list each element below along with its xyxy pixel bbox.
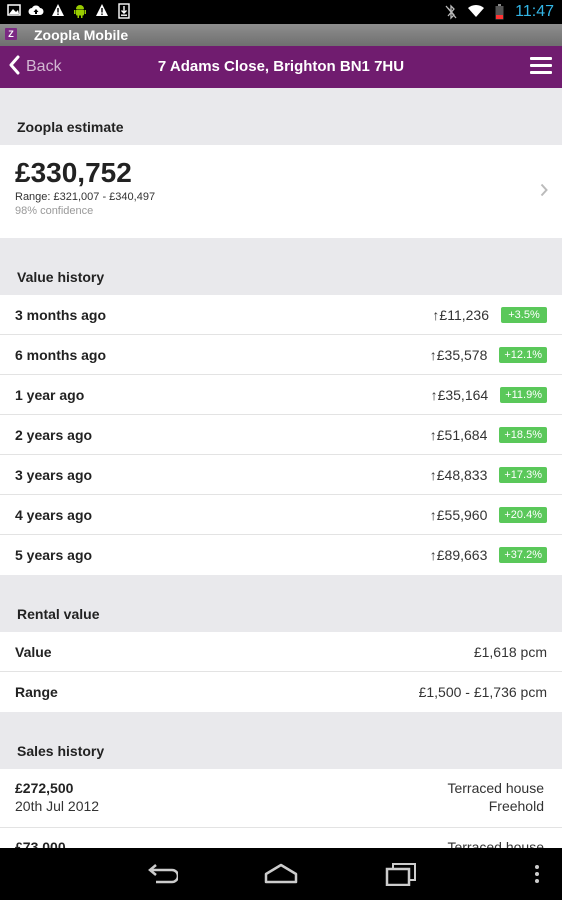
cloud-upload-icon: [28, 3, 44, 19]
change-badge: +3.5%: [501, 306, 547, 323]
overflow-menu-icon[interactable]: [534, 864, 540, 889]
list-item: 4 years ago ↑£55,960 +20.4%: [0, 495, 562, 535]
list-item: 1 year ago ↑£35,164 +11.9%: [0, 375, 562, 415]
menu-button[interactable]: [530, 57, 552, 77]
rental-list: Value £1,618 pcm Range £1,500 - £1,736 p…: [0, 632, 562, 712]
system-nav-bar: [0, 848, 562, 900]
chevron-right-icon: [540, 183, 548, 202]
warning-icon: [50, 3, 66, 19]
warning-icon: [94, 3, 110, 19]
list-item: 3 years ago ↑£48,833 +17.3%: [0, 455, 562, 495]
hamburger-icon: [530, 57, 552, 60]
section-header-estimate: Zoopla estimate: [17, 119, 124, 135]
estimate-card[interactable]: £330,752 Range: £321,007 - £340,497 98% …: [0, 145, 562, 238]
bluetooth-off-icon: [443, 4, 459, 20]
list-item: Range £1,500 - £1,736 pcm: [15, 684, 547, 700]
property-type: Terraced house: [447, 780, 544, 796]
scroll-content[interactable]: Zoopla estimate £330,752 Range: £321,007…: [0, 88, 562, 848]
app-title: Zoopla Mobile: [34, 27, 129, 43]
change-badge: +37.2%: [499, 547, 547, 563]
change-badge: +18.5%: [499, 426, 547, 443]
value-history-list: 3 months ago ↑£11,236 +3.5% 6 months ago…: [0, 295, 562, 575]
download-icon: [116, 3, 132, 19]
recents-nav-icon[interactable]: [385, 862, 417, 891]
estimate-range: Range: £321,007 - £340,497: [15, 191, 156, 203]
action-bar: Back 7 Adams Close, Brighton BN1 7HU: [0, 46, 562, 88]
clock-time: 11:47: [515, 3, 554, 20]
image-icon: [6, 3, 22, 19]
wifi-icon: [467, 4, 485, 20]
app-logo-icon: Z: [5, 28, 17, 40]
sales-history-list: £272,500 20th Jul 2012 Terraced house Fr…: [0, 769, 562, 848]
list-item: 3 months ago ↑£11,236 +3.5%: [0, 295, 562, 335]
app-title-bar: Z Zoopla Mobile: [0, 24, 562, 46]
section-header-sales-history: Sales history: [17, 743, 105, 759]
change-badge: +11.9%: [500, 386, 547, 403]
list-item: 2 years ago ↑£51,684 +18.5%: [0, 415, 562, 455]
battery-low-icon: [491, 4, 507, 20]
back-nav-icon[interactable]: [146, 862, 180, 891]
status-bar: 11:47: [0, 0, 562, 24]
list-item: £272,500 20th Jul 2012 Terraced house Fr…: [0, 769, 562, 828]
property-tenure: Freehold: [488, 798, 544, 814]
estimate-confidence: 98% confidence: [15, 205, 94, 217]
home-nav-icon[interactable]: [264, 862, 298, 891]
list-item: 6 months ago ↑£35,578 +12.1%: [0, 335, 562, 375]
android-icon: [72, 3, 88, 19]
section-header-rental: Rental value: [17, 606, 100, 622]
property-type: Terraced house: [447, 839, 544, 848]
change-badge: +20.4%: [499, 506, 547, 523]
estimate-price: £330,752: [15, 157, 132, 188]
list-item: £73,000 Terraced house: [0, 828, 562, 848]
list-item: Value £1,618 pcm: [0, 632, 562, 672]
change-badge: +12.1%: [499, 346, 547, 363]
page-title: 7 Adams Close, Brighton BN1 7HU: [157, 58, 405, 75]
list-item: 5 years ago ↑£89,663 +37.2%: [0, 535, 562, 575]
section-header-value-history: Value history: [17, 269, 105, 285]
change-badge: +17.3%: [499, 466, 547, 483]
